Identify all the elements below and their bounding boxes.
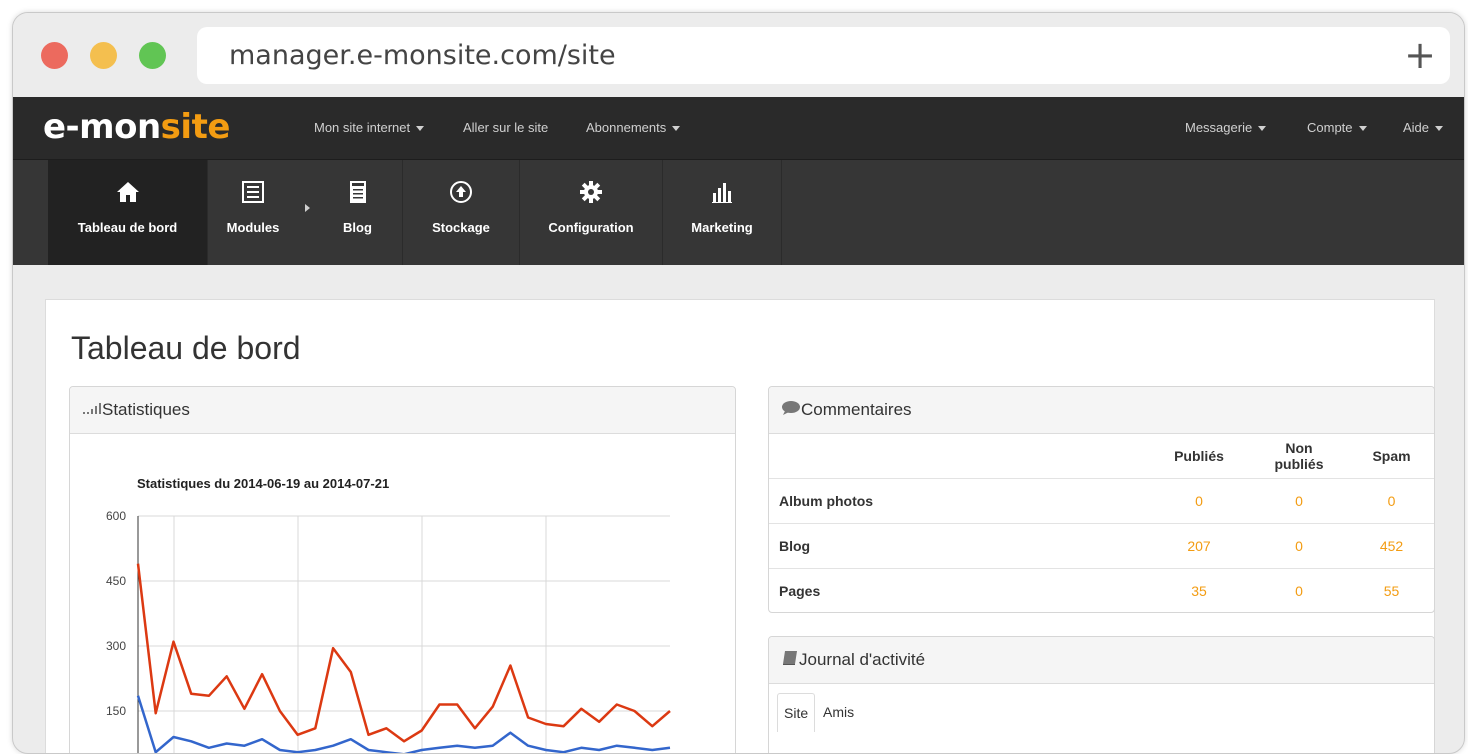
tab-blog[interactable]: Blog	[313, 160, 403, 265]
browser-window: manager.e-monsite.com/site + e-monsite M…	[12, 12, 1465, 754]
table-row: Blog 207 0 452	[769, 523, 1434, 569]
series-line-blue	[136, 695, 671, 753]
chevron-down-icon	[416, 126, 425, 132]
nav-aller-sur-le-site[interactable]: Aller sur le site	[463, 120, 548, 135]
speech-bubble-icon	[781, 400, 801, 421]
activity-log-panel: Journal d'activité Site Amis	[768, 636, 1435, 753]
close-window-button[interactable]	[41, 42, 68, 69]
top-navbar: e-monsite Mon site internet Aller sur le…	[13, 97, 1464, 160]
chevron-down-icon	[1358, 126, 1367, 132]
tab-amis[interactable]: Amis	[817, 693, 860, 731]
nav-label: Mon site internet	[314, 120, 411, 135]
tab-tableau-de-bord[interactable]: Tableau de bord	[48, 160, 208, 265]
chevron-down-icon	[1435, 126, 1444, 132]
comments-panel-title: Commentaires	[781, 400, 912, 421]
logo-text-part2: site	[160, 107, 231, 147]
caret-right-icon	[305, 204, 310, 212]
tab-label: Tableau de bord	[77, 220, 178, 235]
y-tick-label: 300	[106, 639, 126, 653]
tab-label: Marketing	[691, 220, 753, 235]
signal-bars-icon	[82, 400, 102, 420]
tab-configuration[interactable]: Configuration	[520, 160, 663, 265]
spam-count[interactable]: 55	[1349, 569, 1434, 614]
nav-aide[interactable]: Aide	[1403, 120, 1444, 135]
stats-title-text: Statistiques	[102, 400, 190, 419]
published-count[interactable]: 35	[1149, 569, 1249, 614]
comments-panel: Commentaires Publiés Non publiés Spam Al…	[768, 386, 1435, 613]
row-label: Album photos	[769, 478, 1149, 524]
comments-panel-header: Commentaires	[769, 387, 1434, 434]
chart-title: Statistiques du 2014-06-19 au 2014-07-21	[137, 476, 389, 491]
page-title: Tableau de bord	[71, 330, 301, 366]
activity-log-panel-title: Journal d'activité	[781, 650, 925, 671]
nav-abonnements[interactable]: Abonnements	[586, 120, 681, 135]
book-icon	[781, 650, 799, 671]
comments-table: Publiés Non publiés Spam Album photos 0 …	[769, 434, 1434, 613]
nav-label: Compte	[1307, 120, 1353, 135]
table-row: Album photos 0 0 0	[769, 478, 1434, 524]
series-line-red	[136, 563, 671, 743]
published-count[interactable]: 207	[1149, 523, 1249, 569]
bar-chart-icon	[663, 180, 781, 204]
minimize-window-button[interactable]	[90, 42, 117, 69]
tab-label: Stockage	[432, 220, 490, 235]
document-icon	[313, 180, 402, 204]
browser-toolbar: manager.e-monsite.com/site +	[13, 13, 1464, 97]
nav-mon-site-internet[interactable]: Mon site internet	[314, 120, 425, 135]
nav-compte[interactable]: Compte	[1307, 120, 1367, 135]
y-tick-label: 450	[106, 574, 126, 588]
comments-title-text: Commentaires	[801, 400, 912, 419]
nav-label: Aller sur le site	[463, 120, 549, 135]
stats-panel-title: Statistiques	[82, 400, 190, 420]
tab-label: Modules	[226, 220, 280, 235]
url-text: manager.e-monsite.com/site	[229, 40, 616, 71]
tab-site[interactable]: Site	[777, 693, 816, 732]
table-header: Non publiés	[1249, 434, 1349, 479]
address-bar[interactable]: manager.e-monsite.com/site +	[197, 27, 1450, 84]
spam-count[interactable]: 0	[1349, 478, 1434, 524]
tab-label: Configuration	[548, 220, 634, 235]
main-content: Tableau de bord Statistiques Statistique…	[45, 299, 1435, 753]
new-tab-button[interactable]: +	[1404, 33, 1436, 77]
gear-icon	[520, 180, 662, 204]
unpublished-count[interactable]: 0	[1249, 569, 1349, 614]
table-header-empty	[769, 434, 1149, 479]
logo-text-part1: e-mon	[43, 107, 161, 147]
table-row: Pages 35 0 55	[769, 569, 1434, 614]
y-tick-label: 600	[106, 509, 126, 523]
unpublished-count[interactable]: 0	[1249, 523, 1349, 569]
stats-panel-header: Statistiques	[70, 387, 735, 434]
spam-count[interactable]: 452	[1349, 523, 1434, 569]
unpublished-count[interactable]: 0	[1249, 478, 1349, 524]
y-tick-label: 150	[106, 704, 126, 718]
row-label: Pages	[779, 583, 821, 599]
activity-log-panel-header: Journal d'activité	[769, 637, 1434, 684]
nav-messagerie[interactable]: Messagerie	[1185, 120, 1267, 135]
e-monsite-logo[interactable]: e-monsite	[43, 107, 230, 147]
chevron-down-icon	[1258, 126, 1267, 132]
home-icon	[48, 180, 207, 204]
maximize-window-button[interactable]	[139, 42, 166, 69]
tab-stockage[interactable]: Stockage	[403, 160, 520, 265]
nav-label: Abonnements	[586, 120, 667, 135]
table-header-row: Publiés Non publiés Spam	[769, 434, 1434, 479]
published-count[interactable]: 0	[1149, 478, 1249, 524]
chevron-down-icon	[672, 126, 681, 132]
table-header: Publiés	[1149, 434, 1249, 479]
stats-panel: Statistiques Statistiques du 2014-06-19 …	[69, 386, 736, 753]
row-label: Blog	[769, 523, 1149, 569]
main-icon-toolbar: Tableau de bord Modules Blog Stockage Co…	[13, 160, 1464, 265]
upload-icon	[403, 180, 519, 204]
nav-label: Aide	[1403, 120, 1430, 135]
tab-modules[interactable]: Modules	[208, 160, 298, 265]
table-header: Spam	[1349, 434, 1434, 479]
tab-marketing[interactable]: Marketing	[663, 160, 782, 265]
nav-label: Messagerie	[1185, 120, 1253, 135]
list-icon	[208, 180, 298, 204]
tab-label: Blog	[343, 220, 372, 235]
activity-log-title-text: Journal d'activité	[799, 650, 926, 669]
stats-line-chart: Statistiques du 2014-06-19 au 2014-07-21…	[106, 476, 671, 753]
